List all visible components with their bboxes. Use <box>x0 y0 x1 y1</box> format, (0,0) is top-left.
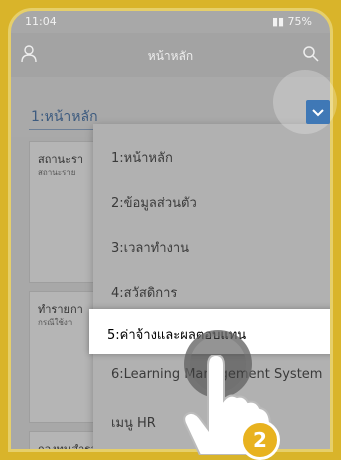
status-battery: ▮▮ 75% <box>271 15 312 28</box>
step-badge: 2 <box>240 420 280 460</box>
card-subtitle: กรณีใช้งา <box>38 318 73 327</box>
search-icon[interactable] <box>302 45 320 63</box>
menu-option[interactable]: 4:สวัสดิการ <box>93 267 330 312</box>
page-title: หน้าหลัก <box>147 49 194 63</box>
menu-select-value: 1:หน้าหลัก <box>31 109 98 125</box>
app-bar: หน้าหลัก <box>11 33 330 77</box>
menu-option[interactable]: 2:ข้อมูลส่วนตัว <box>93 177 330 222</box>
signal-icon: ▮▮ <box>271 15 288 28</box>
status-time: 11:04 <box>25 15 57 28</box>
dropdown-button[interactable] <box>306 100 330 124</box>
chevron-down-icon <box>312 109 324 117</box>
menu-option[interactable]: 1:หน้าหลัก <box>93 132 330 177</box>
status-bar: 11:04 ▮▮ 75% <box>11 11 330 33</box>
menu-option[interactable]: 3:เวลาทำงาน <box>93 222 330 267</box>
card-subtitle: สถานะราย <box>38 168 76 177</box>
